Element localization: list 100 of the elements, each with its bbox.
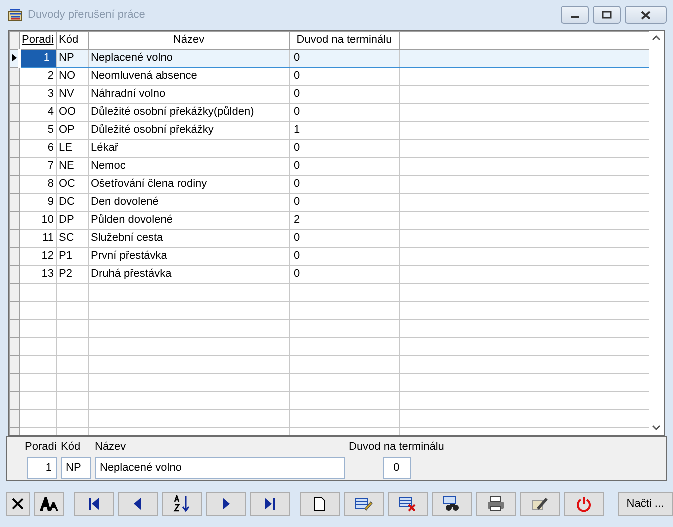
next-button[interactable]	[206, 492, 246, 516]
table-cell: OP	[56, 121, 88, 139]
table-cell: 0	[290, 139, 400, 157]
previous-button[interactable]	[118, 492, 158, 516]
printer-icon	[486, 496, 505, 512]
delete-button[interactable]	[388, 492, 428, 516]
field-label: Kód	[61, 440, 81, 455]
table-cell: Lékař	[88, 139, 290, 157]
table-cell: LE	[56, 139, 88, 157]
column-header[interactable]: Poradi	[20, 32, 56, 49]
table-cell: 12	[20, 247, 56, 265]
binoculars-icon	[442, 496, 461, 512]
maximize-icon	[602, 11, 612, 19]
first-button[interactable]	[74, 492, 114, 516]
input-field[interactable]: NP	[61, 457, 91, 479]
input-field[interactable]: 1	[27, 457, 57, 479]
power-icon	[576, 496, 592, 512]
table-cell: Druhá přestávka	[88, 265, 290, 283]
table-cell: 1	[20, 49, 56, 67]
field-label: Poradi	[25, 440, 57, 455]
load-button[interactable]: Načti ...	[618, 492, 673, 516]
table-cell: 0	[290, 85, 400, 103]
scroll-down-icon	[652, 425, 661, 431]
field-label: Duvod na terminálu	[349, 440, 444, 455]
edit-icon	[354, 496, 373, 512]
sort-icon	[172, 495, 191, 513]
table-cell: Důležité osobní překážky	[88, 121, 290, 139]
settings-button[interactable]	[520, 492, 560, 516]
table-cell: 1	[290, 121, 400, 139]
exit-button[interactable]	[564, 492, 604, 516]
minimize-button[interactable]	[561, 6, 589, 24]
table-cell: 0	[290, 157, 400, 175]
table-cell: 2	[20, 67, 56, 85]
table-cell: 8	[20, 175, 56, 193]
close-icon	[640, 10, 652, 20]
table-cell: Ošetřování člena rodiny	[88, 175, 290, 193]
column-header[interactable]: Název	[88, 32, 290, 49]
table-cell: 0	[290, 229, 400, 247]
table-cell: Půlden dovolené	[88, 211, 290, 229]
table-cell: 11	[20, 229, 56, 247]
table-cell: 6	[20, 139, 56, 157]
table-cell: 13	[20, 265, 56, 283]
table-cell: DC	[56, 193, 88, 211]
field-label: Název	[95, 440, 126, 455]
table-cell: OC	[56, 175, 88, 193]
table-cell: Náhradní volno	[88, 85, 290, 103]
last-button[interactable]	[250, 492, 290, 516]
table-cell: Neomluvená absence	[88, 67, 290, 85]
input-field[interactable]: Neplacené volno	[95, 457, 345, 479]
row-pointer-icon	[10, 52, 18, 63]
delete-icon	[398, 496, 417, 512]
find-button[interactable]	[432, 492, 472, 516]
pencil-icon	[530, 496, 549, 512]
table-cell: 10	[20, 211, 56, 229]
cancel-button[interactable]	[6, 492, 30, 516]
edit-button[interactable]	[344, 492, 384, 516]
table-cell: 0	[290, 103, 400, 121]
table-cell: Nemoc	[88, 157, 290, 175]
maximize-button[interactable]	[593, 6, 621, 24]
previous-icon	[132, 497, 143, 511]
font-icon	[38, 496, 59, 512]
close-button[interactable]	[625, 6, 667, 24]
table-cell: Den dovolené	[88, 193, 290, 211]
column-header[interactable]: Kód	[56, 32, 88, 49]
window-title: Duvody přerušení práce	[28, 8, 146, 23]
table-cell: Důležité osobní překážky(půlden)	[88, 103, 290, 121]
document-icon	[314, 496, 326, 512]
table-cell: 7	[20, 157, 56, 175]
table-cell: DP	[56, 211, 88, 229]
scroll-up-icon	[652, 35, 661, 41]
table-cell: NP	[56, 49, 88, 67]
font-button[interactable]	[34, 492, 64, 516]
cancel-icon	[11, 497, 25, 511]
table-cell: Neplacené volno	[88, 49, 290, 67]
table-cell: První přestávka	[88, 247, 290, 265]
input-field[interactable]: 0	[382, 457, 411, 479]
print-button[interactable]	[476, 492, 516, 516]
table-cell: 0	[290, 247, 400, 265]
table-cell: Služební cesta	[88, 229, 290, 247]
last-icon	[264, 497, 276, 511]
table-cell: 0	[290, 193, 400, 211]
sort-button[interactable]	[162, 492, 202, 516]
first-icon	[88, 497, 100, 511]
table-cell: P2	[56, 265, 88, 283]
table-cell: 0	[290, 175, 400, 193]
table-cell: NV	[56, 85, 88, 103]
app-icon	[8, 8, 24, 22]
table-cell: 0	[290, 67, 400, 85]
table-cell: 9	[20, 193, 56, 211]
next-icon	[220, 497, 231, 511]
new-button[interactable]	[300, 492, 340, 516]
table-cell: 2	[290, 211, 400, 229]
table-cell: 0	[290, 49, 400, 67]
table-cell: 3	[20, 85, 56, 103]
column-header[interactable]: Duvod na terminálu	[290, 32, 400, 49]
table-cell: 0	[290, 265, 400, 283]
table-cell: P1	[56, 247, 88, 265]
table-cell: NE	[56, 157, 88, 175]
table-cell: NO	[56, 67, 88, 85]
table-cell: SC	[56, 229, 88, 247]
